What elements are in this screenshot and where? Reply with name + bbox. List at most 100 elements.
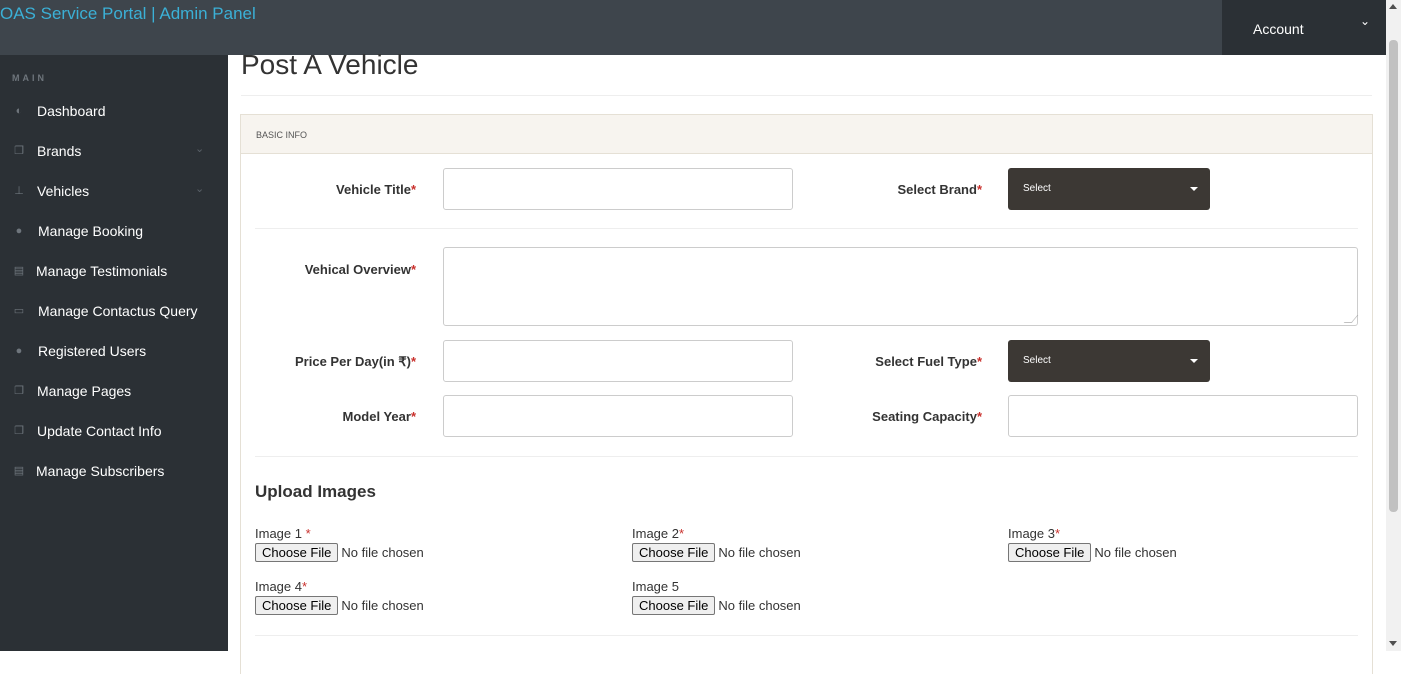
image-1-label: Image 1 * — [255, 526, 311, 541]
required-mark: * — [305, 526, 311, 541]
vehicle-overview-textarea[interactable] — [443, 247, 1359, 326]
label-text: Image 2 — [632, 526, 679, 541]
image-4-file-input: Choose File No file chosen — [255, 596, 424, 616]
table-icon: ▤ — [13, 265, 25, 277]
sidebar-item-vehicles[interactable]: ⊥ Vehicles ⌄ — [0, 172, 228, 212]
choose-file-button[interactable]: Choose File — [255, 543, 339, 562]
label-text: Image 3 — [1008, 526, 1055, 541]
required-mark: * — [678, 526, 685, 541]
divider — [255, 456, 1358, 457]
sidebar-item-label: Registered Users — [38, 343, 147, 359]
required-mark: * — [976, 354, 982, 369]
sitemap-icon: ⊥ — [14, 185, 24, 197]
required-mark: * — [410, 409, 416, 424]
label-text: Vehical Overview — [304, 262, 411, 277]
files-icon: ❐ — [14, 385, 24, 397]
label-text: Model Year — [342, 409, 411, 424]
required-mark: * — [410, 182, 416, 197]
divider — [241, 95, 1372, 96]
sidebar-item-manage-pages[interactable]: ❐ Manage Pages — [0, 372, 228, 412]
image-2-file-input: Choose File No file chosen — [632, 543, 801, 563]
panel-heading: BASIC INFO — [241, 115, 1372, 154]
required-mark: * — [410, 262, 416, 277]
caret-down-icon — [1190, 187, 1198, 191]
file-status: No file chosen — [718, 545, 801, 560]
sidebar-item-label: Manage Testimonials — [36, 263, 168, 279]
vehicle-title-input[interactable] — [443, 168, 793, 210]
choose-file-button[interactable]: Choose File — [255, 596, 339, 615]
image-5-label: Image 5 — [632, 579, 679, 594]
select-fuel-type-label: Select Fuel Type* — [840, 354, 982, 369]
account-dropdown[interactable]: Account ⌄ — [1222, 0, 1386, 55]
scroll-down-arrow-icon[interactable] — [1389, 641, 1397, 646]
file-status: No file chosen — [1094, 545, 1177, 560]
table-icon: ▤ — [13, 465, 25, 477]
brand-select-value: Select — [1023, 183, 1051, 194]
vehicle-overview-label: Vehical Overview* — [280, 262, 416, 277]
sidebar-item-label: Manage Pages — [37, 383, 132, 399]
sidebar-item-label: Update Contact Info — [37, 423, 162, 439]
price-per-day-label: Price Per Day(in ₹)* — [280, 354, 416, 370]
vehicle-title-label: Vehicle Title* — [300, 182, 416, 197]
model-year-label: Model Year* — [300, 409, 416, 424]
label-text: Image 1 — [255, 526, 306, 541]
divider — [255, 635, 1358, 636]
file-status: No file chosen — [341, 598, 424, 613]
upload-images-heading: Upload Images — [255, 482, 376, 501]
account-label: Account — [1253, 21, 1304, 37]
label-text: Image 4 — [255, 579, 302, 594]
sidebar-item-label: Brands — [37, 143, 82, 159]
image-3-label: Image 3* — [1008, 526, 1060, 541]
sidebar-item-label: Manage Booking — [38, 223, 144, 239]
seating-capacity-input[interactable] — [1008, 395, 1358, 437]
resize-grip-icon[interactable] — [1343, 315, 1359, 323]
sidebar-item-manage-booking[interactable]: ● Manage Booking — [0, 212, 228, 252]
sidebar-item-manage-subscribers[interactable]: ▤ Manage Subscribers — [0, 452, 228, 492]
page-title: Post A Vehicle — [241, 49, 419, 80]
required-mark: * — [1054, 526, 1061, 541]
page-scrollbar[interactable] — [1386, 0, 1401, 651]
desktop-icon: ▭ — [13, 305, 25, 317]
files-icon: ❐ — [14, 425, 24, 437]
chevron-down-icon: ⌄ — [195, 183, 205, 195]
files-icon: ❐ — [14, 145, 24, 157]
seating-capacity-label: Seating Capacity* — [840, 409, 982, 424]
fuel-type-select[interactable]: Select — [1008, 340, 1210, 382]
label-text: Vehicle Title — [336, 182, 411, 197]
chevron-down-icon: ⌄ — [195, 143, 205, 155]
sidebar-item-update-contact-info[interactable]: ❐ Update Contact Info — [0, 412, 228, 452]
required-mark: * — [976, 409, 982, 424]
panel-heading-text: BASIC INFO — [256, 130, 308, 140]
caret-down-icon — [1190, 359, 1198, 363]
model-year-input[interactable] — [443, 395, 793, 437]
scrollbar-thumb[interactable] — [1389, 40, 1398, 512]
sidebar-item-manage-testimonials[interactable]: ▤ Manage Testimonials — [0, 252, 228, 292]
image-5-file-input: Choose File No file chosen — [632, 596, 801, 616]
label-text: Image 5 — [632, 579, 679, 594]
brand-select[interactable]: Select — [1008, 168, 1210, 210]
image-3-file-input: Choose File No file chosen — [1008, 543, 1177, 563]
sidebar-item-dashboard[interactable]: ◐ Dashboard — [0, 92, 228, 132]
image-4-label: Image 4* — [255, 579, 307, 594]
required-mark: * — [410, 354, 416, 369]
file-status: No file chosen — [718, 598, 801, 613]
required-mark: * — [976, 182, 982, 197]
app-brand-title[interactable]: OAS Service Portal | Admin Panel — [0, 4, 256, 24]
image-1-file-input: Choose File No file chosen — [255, 543, 424, 563]
sidebar-item-brands[interactable]: ❐ Brands ⌄ — [0, 132, 228, 172]
users-icon: ● — [15, 345, 23, 357]
sidebar-item-manage-contactus-query[interactable]: ▭ Manage Contactus Query — [0, 292, 228, 332]
sidebar-item-label: Manage Subscribers — [36, 463, 165, 479]
sidebar: MAIN ◐ Dashboard ❐ Brands ⌄ ⊥ Vehicles ⌄… — [0, 55, 228, 651]
choose-file-button[interactable]: Choose File — [632, 543, 716, 562]
required-mark: * — [301, 579, 308, 594]
divider — [255, 228, 1358, 229]
price-per-day-input[interactable] — [443, 340, 793, 382]
choose-file-button[interactable]: Choose File — [1008, 543, 1092, 562]
select-brand-label: Select Brand* — [860, 182, 982, 197]
sidebar-item-registered-users[interactable]: ● Registered Users — [0, 332, 228, 372]
sidebar-item-label: Vehicles — [37, 183, 90, 199]
scroll-up-arrow-icon[interactable] — [1389, 4, 1397, 9]
choose-file-button[interactable]: Choose File — [632, 596, 716, 615]
label-text: Seating Capacity — [872, 409, 977, 424]
